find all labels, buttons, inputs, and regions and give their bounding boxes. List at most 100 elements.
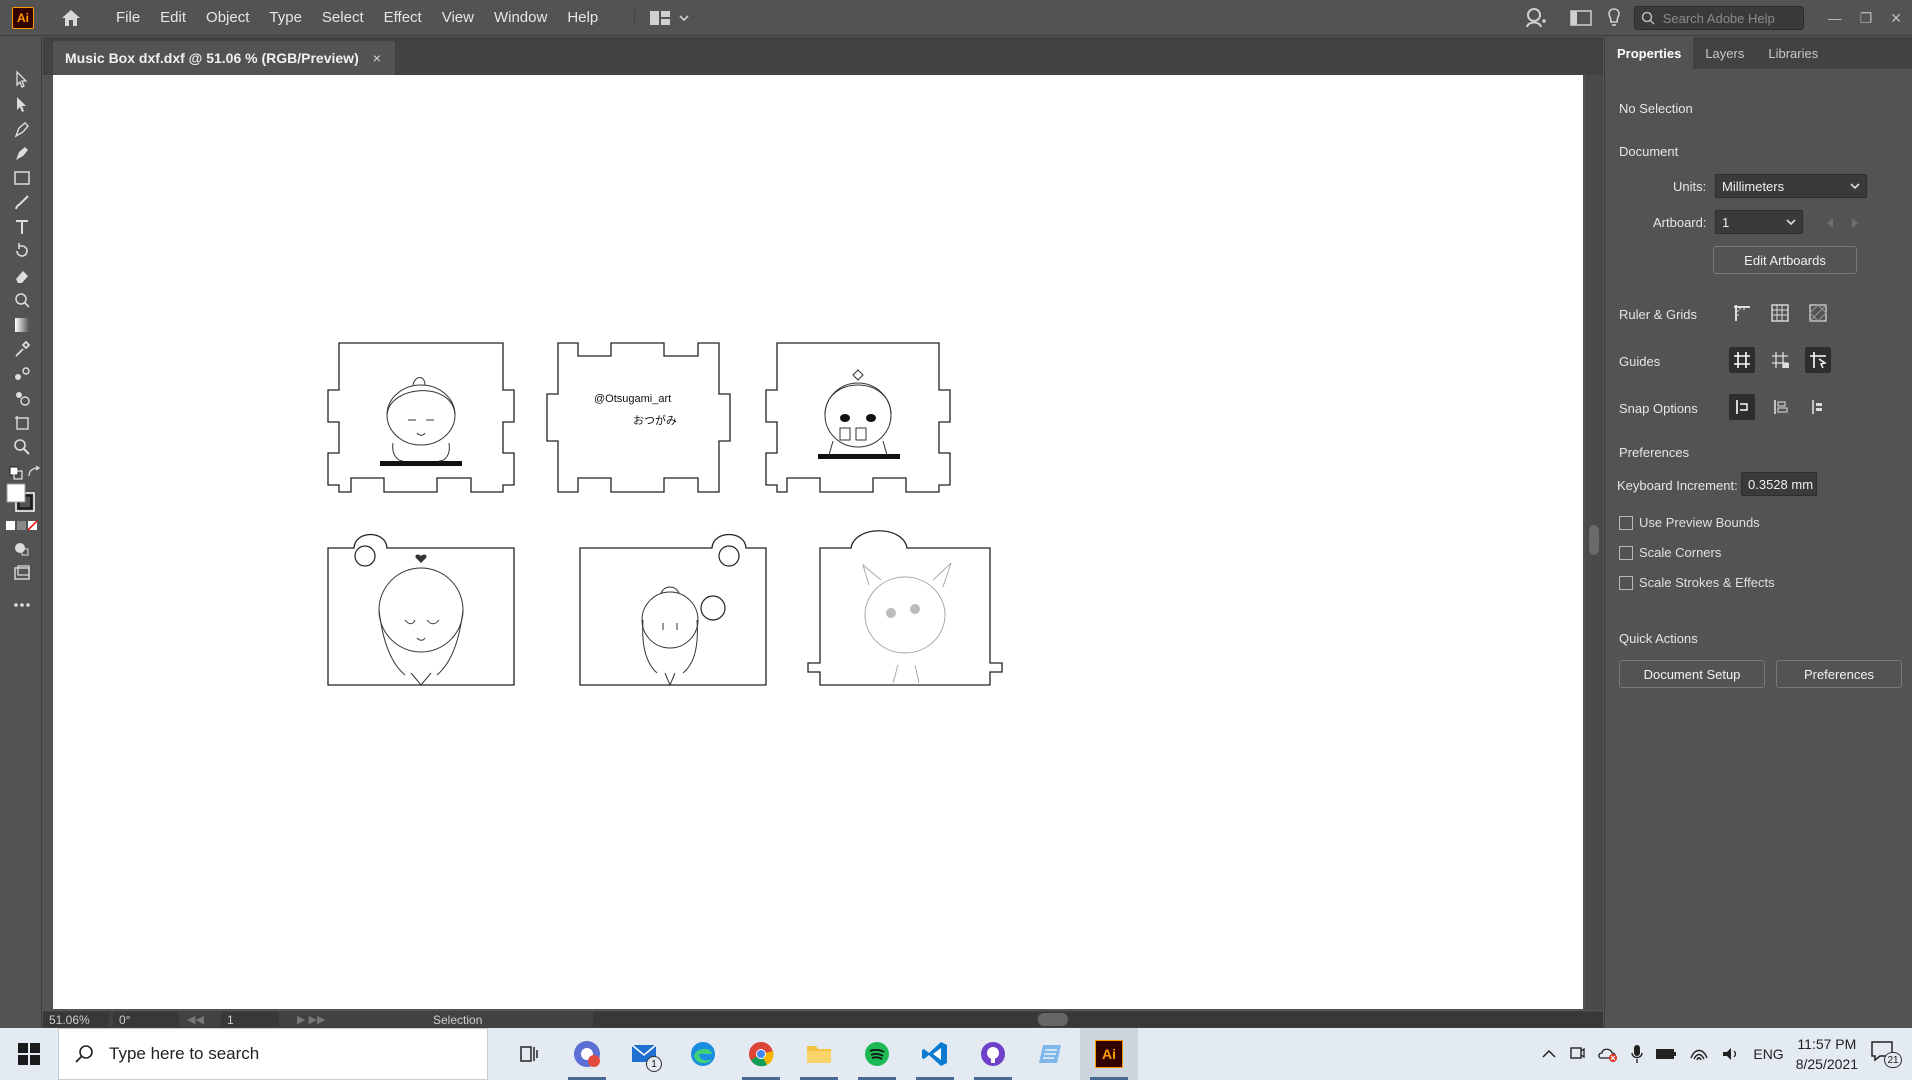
volume-icon[interactable]: [1721, 1046, 1741, 1062]
start-button[interactable]: [0, 1028, 58, 1080]
spotify-icon[interactable]: [848, 1028, 906, 1080]
cloud-sync-error-icon[interactable]: [1597, 1045, 1619, 1063]
color-mode-icons[interactable]: [6, 519, 38, 533]
menu-help[interactable]: Help: [557, 9, 608, 26]
edit-artboards-button[interactable]: Edit Artboards: [1713, 246, 1857, 274]
symbol-sprayer-tool-icon[interactable]: [10, 386, 34, 410]
restore-button[interactable]: ❐: [1860, 10, 1873, 27]
artboard-number-field[interactable]: 1: [221, 1012, 279, 1027]
chrome-icon[interactable]: [732, 1028, 790, 1080]
smart-guides-icon[interactable]: [1805, 347, 1831, 373]
workspace-switcher[interactable]: [634, 9, 689, 26]
paintbrush-tool-icon[interactable]: [10, 190, 34, 214]
minimize-button[interactable]: —: [1828, 10, 1842, 27]
clock[interactable]: 11:57 PM 8/25/2021: [1796, 1034, 1858, 1074]
home-icon[interactable]: [58, 7, 84, 29]
units-select[interactable]: Millimeters: [1715, 174, 1867, 198]
document-tab[interactable]: Music Box dxf.dxf @ 51.06 % (RGB/Preview…: [53, 41, 395, 75]
language-indicator[interactable]: ENG: [1753, 1046, 1783, 1062]
snap-to-pixel-icon[interactable]: [1767, 394, 1793, 420]
rotation-field[interactable]: 0°: [113, 1012, 179, 1027]
notification-center-icon[interactable]: 21: [1870, 1040, 1902, 1068]
blend-tool-icon[interactable]: [10, 362, 34, 386]
snap-to-point-icon[interactable]: [1729, 394, 1755, 420]
taskbar-search-box[interactable]: Type here to search: [58, 1028, 488, 1080]
next-artboard-icon[interactable]: ▶ ▶▶: [283, 1013, 433, 1026]
music-box-artwork[interactable]: @Otsugami_art おつがみ: [53, 75, 1583, 1009]
type-tool-icon[interactable]: [10, 215, 34, 239]
tab-properties[interactable]: Properties: [1605, 37, 1694, 69]
menu-object[interactable]: Object: [196, 9, 259, 26]
menu-file[interactable]: File: [106, 9, 150, 26]
direct-selection-tool-icon[interactable]: [10, 92, 34, 116]
drawing-modes-icon[interactable]: [10, 537, 34, 561]
menu-select[interactable]: Select: [312, 9, 374, 26]
prev-artboard-icon[interactable]: [1826, 218, 1834, 228]
selection-tool-icon[interactable]: [10, 67, 34, 91]
zoom-tool-icon[interactable]: [10, 435, 34, 459]
menu-edit[interactable]: Edit: [150, 9, 196, 26]
task-view-icon[interactable]: [500, 1028, 558, 1080]
meet-now-icon[interactable]: [1569, 1045, 1586, 1063]
screen-mode-icon[interactable]: [10, 561, 34, 585]
arrange-documents-icon[interactable]: [1569, 9, 1592, 27]
battery-icon[interactable]: [1655, 1047, 1677, 1061]
microphone-icon[interactable]: [1631, 1044, 1644, 1064]
rectangle-tool-icon[interactable]: [10, 166, 34, 190]
tab-layers[interactable]: Layers: [1693, 37, 1756, 69]
help-search-input[interactable]: Search Adobe Help: [1633, 6, 1804, 30]
tab-libraries[interactable]: Libraries: [1756, 37, 1830, 69]
show-guides-icon[interactable]: [1729, 347, 1755, 373]
scale-corners-checkbox[interactable]: Scale Corners: [1619, 545, 1721, 560]
zoom-field[interactable]: 51.06%: [43, 1012, 109, 1027]
scale-strokes-effects-checkbox[interactable]: Scale Strokes & Effects: [1619, 575, 1775, 590]
ruler-icon[interactable]: [1729, 300, 1755, 326]
document-heading: Document: [1619, 144, 1679, 159]
scrollbar-thumb[interactable]: [1589, 525, 1599, 555]
close-tab-icon[interactable]: ×: [373, 50, 381, 66]
artboard[interactable]: @Otsugami_art おつがみ: [53, 75, 1583, 1009]
menu-window[interactable]: Window: [484, 9, 557, 26]
snap-to-glyph-icon[interactable]: [1805, 394, 1831, 420]
github-desktop-icon[interactable]: [964, 1028, 1022, 1080]
eyedropper-tool-icon[interactable]: [10, 337, 34, 361]
wifi-icon[interactable]: [1689, 1046, 1709, 1062]
chevron-up-icon[interactable]: [1541, 1049, 1557, 1059]
chrome-remote-icon[interactable]: [558, 1028, 616, 1080]
horizontal-scrollbar[interactable]: [593, 1012, 1603, 1027]
next-artboard-icon[interactable]: [1851, 218, 1859, 228]
vertical-scrollbar[interactable]: [1585, 75, 1603, 1010]
artboard-select[interactable]: 1: [1715, 210, 1803, 234]
artboard-tool-icon[interactable]: [10, 411, 34, 435]
preferences-button[interactable]: Preferences: [1776, 660, 1902, 688]
canvas-area[interactable]: @Otsugami_art おつがみ: [43, 75, 1603, 1010]
horizontal-scroll-thumb[interactable]: [1038, 1013, 1068, 1026]
curvature-tool-icon[interactable]: [10, 141, 34, 165]
gradient-tool-icon[interactable]: [10, 313, 34, 337]
menu-type[interactable]: Type: [259, 9, 312, 26]
more-tools-icon[interactable]: [10, 593, 34, 617]
use-preview-bounds-checkbox[interactable]: Use Preview Bounds: [1619, 515, 1760, 530]
rotate-tool-icon[interactable]: [10, 239, 34, 263]
warp-tool-icon[interactable]: [10, 288, 34, 312]
menu-effect[interactable]: Effect: [374, 9, 432, 26]
notepad-icon[interactable]: [1022, 1028, 1080, 1080]
eraser-tool-icon[interactable]: [10, 264, 34, 288]
document-setup-button[interactable]: Document Setup: [1619, 660, 1765, 688]
transparency-grid-icon[interactable]: [1805, 300, 1831, 326]
lock-guides-icon[interactable]: [1767, 347, 1793, 373]
keyboard-increment-input[interactable]: 0.3528 mm: [1741, 472, 1817, 496]
mail-icon[interactable]: 1: [616, 1028, 674, 1080]
pen-tool-icon[interactable]: [10, 117, 34, 141]
file-explorer-icon[interactable]: [790, 1028, 848, 1080]
vscode-icon[interactable]: [906, 1028, 964, 1080]
grid-icon[interactable]: [1767, 300, 1793, 326]
illustrator-taskbar-icon[interactable]: Ai: [1080, 1028, 1138, 1080]
menu-view[interactable]: View: [432, 9, 484, 26]
fill-stroke-swatch[interactable]: [6, 483, 36, 513]
lightbulb-icon[interactable]: [1606, 7, 1622, 29]
cloud-user-icon[interactable]: [1524, 7, 1548, 29]
close-window-button[interactable]: ✕: [1890, 10, 1902, 27]
edge-icon[interactable]: [674, 1028, 732, 1080]
first-artboard-icon[interactable]: ◀◀: [183, 1013, 221, 1026]
